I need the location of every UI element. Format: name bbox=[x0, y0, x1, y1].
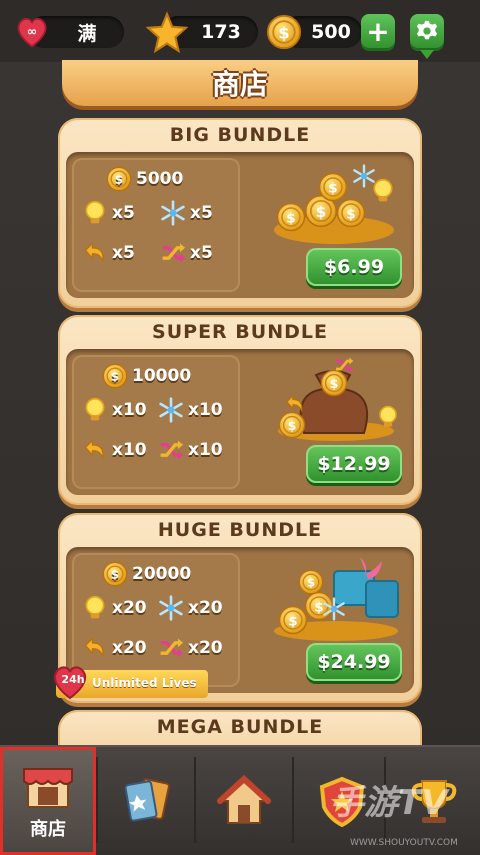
undo-count: x20 bbox=[112, 638, 147, 658]
coin-icon bbox=[102, 363, 128, 389]
bulb-row: x5 bbox=[82, 200, 135, 226]
freeze-row: x5 bbox=[160, 200, 213, 226]
bulb-count: x20 bbox=[112, 598, 147, 618]
tab-label: 商店 bbox=[30, 819, 66, 840]
page-title-banner: 商店 bbox=[62, 60, 418, 106]
undo-count: x5 bbox=[112, 243, 135, 263]
coins-amount: 5000 bbox=[136, 169, 184, 189]
freeze-row: x20 bbox=[158, 595, 223, 621]
shuffle-row: x5 bbox=[160, 240, 213, 266]
undo-row: x5 bbox=[82, 240, 135, 266]
snowflake-icon bbox=[158, 595, 184, 621]
undo-icon bbox=[82, 437, 108, 463]
bundle-title: HUGE BUNDLE bbox=[157, 519, 323, 541]
freeze-row: x10 bbox=[158, 397, 223, 423]
add-coins-button[interactable]: + bbox=[361, 14, 395, 48]
snowflake-icon bbox=[160, 200, 186, 226]
shuffle-icon bbox=[158, 437, 184, 463]
tab-shop[interactable]: 商店 bbox=[0, 747, 96, 855]
page-title: 商店 bbox=[211, 68, 268, 101]
buy-button[interactable]: $12.99 bbox=[306, 445, 402, 483]
tab-cards[interactable] bbox=[98, 747, 194, 855]
shuffle-row: x10 bbox=[158, 437, 223, 463]
unlimited-lives-badge: 24h Unlimited Lives bbox=[53, 666, 208, 700]
shuffle-count: x5 bbox=[190, 243, 213, 263]
buy-button[interactable]: $6.99 bbox=[306, 248, 402, 286]
shuffle-count: x20 bbox=[188, 638, 223, 658]
freeze-count: x10 bbox=[188, 400, 223, 420]
coin-icon bbox=[266, 14, 302, 50]
lightbulb-icon bbox=[82, 397, 108, 423]
cards-icon bbox=[124, 778, 170, 822]
shuffle-icon bbox=[158, 635, 184, 661]
bundle-contents: 5000 x5 x5 x5 x5 bbox=[72, 158, 240, 292]
coins-row: 10000 bbox=[102, 363, 191, 389]
buy-button[interactable]: $24.99 bbox=[306, 643, 402, 681]
lightbulb-icon bbox=[82, 200, 108, 226]
star-icon bbox=[146, 11, 188, 53]
svg-text:∞: ∞ bbox=[27, 24, 38, 39]
stars-value: 173 bbox=[201, 21, 241, 43]
gear-icon bbox=[416, 20, 438, 40]
coin-icon bbox=[106, 166, 132, 192]
undo-row: x20 bbox=[82, 635, 147, 661]
shuffle-row: x20 bbox=[158, 635, 223, 661]
bulb-count: x10 bbox=[112, 400, 147, 420]
heart-icon: ∞ bbox=[17, 17, 47, 48]
badge-label: Unlimited Lives bbox=[92, 676, 197, 690]
bulb-row: x20 bbox=[82, 595, 147, 621]
coins-amount: 10000 bbox=[132, 366, 192, 386]
bundle-panel: 10000 x10 x10 x10 x10 $12.99 bbox=[66, 349, 414, 495]
tab-home[interactable] bbox=[196, 747, 292, 855]
coins-row: 5000 bbox=[106, 166, 183, 192]
watermark-url: WWW.SHOUYOUTV.COM bbox=[350, 838, 458, 848]
snowflake-icon bbox=[158, 397, 184, 423]
bundle-title: SUPER BUNDLE bbox=[152, 321, 328, 343]
shuffle-icon bbox=[160, 240, 186, 266]
lives-value: 满 bbox=[77, 22, 97, 45]
bundle-contents: 10000 x10 x10 x10 x10 bbox=[72, 355, 240, 489]
undo-row: x10 bbox=[82, 437, 147, 463]
bundle-title: MEGA BUNDLE bbox=[156, 716, 324, 738]
bundle-title: BIG BUNDLE bbox=[169, 124, 311, 146]
coins-row: 20000 bbox=[102, 561, 191, 587]
coin-icon bbox=[102, 561, 128, 587]
freeze-count: x20 bbox=[188, 598, 223, 618]
coins-amount: 20000 bbox=[132, 564, 192, 584]
bundle-contents: 20000 x20 x20 x20 x20 bbox=[72, 553, 240, 687]
undo-icon bbox=[82, 635, 108, 661]
bulb-row: x10 bbox=[82, 397, 147, 423]
freeze-count: x5 bbox=[190, 203, 213, 223]
undo-count: x10 bbox=[112, 440, 147, 460]
bundle-card-big: BIG BUNDLE 5000 x5 x5 x5 x5 $6.99 bbox=[58, 118, 422, 308]
coins-value: 500 bbox=[311, 21, 351, 43]
shuffle-count: x10 bbox=[188, 440, 223, 460]
settings-pointer bbox=[420, 50, 434, 59]
shop-icon bbox=[23, 768, 73, 808]
undo-icon bbox=[82, 240, 108, 266]
watermark-logo: 手游TV bbox=[330, 783, 448, 823]
coin-sack-icon bbox=[278, 356, 397, 441]
lightbulb-icon bbox=[82, 595, 108, 621]
coin-pile-icon bbox=[274, 164, 394, 244]
top-status-bar: 满 ∞ 173 500 + bbox=[0, 0, 480, 62]
home-icon bbox=[217, 774, 271, 824]
treasure-pile-icon bbox=[274, 557, 399, 641]
bulb-count: x5 bbox=[112, 203, 135, 223]
bundle-panel: 5000 x5 x5 x5 x5 $6.99 bbox=[66, 152, 414, 298]
bundle-card-super: SUPER BUNDLE 10000 x10 x10 x10 x10 $12.9… bbox=[58, 315, 422, 505]
settings-button[interactable] bbox=[410, 14, 444, 48]
badge-hours: 24h bbox=[61, 673, 85, 686]
